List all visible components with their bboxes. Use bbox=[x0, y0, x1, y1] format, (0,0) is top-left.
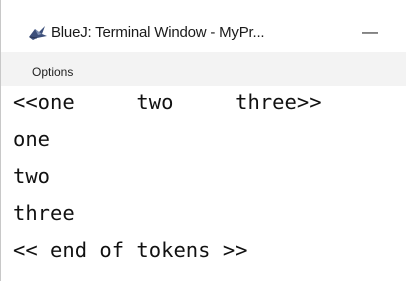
terminal-line: << end of tokens >> bbox=[13, 238, 248, 262]
terminal-window: BlueJ: Terminal Window - MyPr... — Optio… bbox=[0, 0, 406, 281]
window-title: BlueJ: Terminal Window - MyPr... bbox=[51, 24, 265, 41]
terminal-output[interactable]: <<one two three>> one two three << end o… bbox=[1, 86, 406, 281]
terminal-line: one bbox=[13, 127, 51, 151]
terminal-line: three bbox=[13, 201, 75, 225]
title-bar[interactable]: BlueJ: Terminal Window - MyPr... — bbox=[1, 0, 406, 52]
menu-item-options[interactable]: Options bbox=[32, 65, 73, 79]
menu-bar: Options bbox=[1, 52, 406, 86]
minimize-button[interactable]: — bbox=[350, 22, 390, 44]
terminal-line: two bbox=[13, 164, 51, 188]
terminal-line: <<one two three>> bbox=[13, 90, 322, 114]
bluej-bird-icon bbox=[29, 26, 47, 40]
